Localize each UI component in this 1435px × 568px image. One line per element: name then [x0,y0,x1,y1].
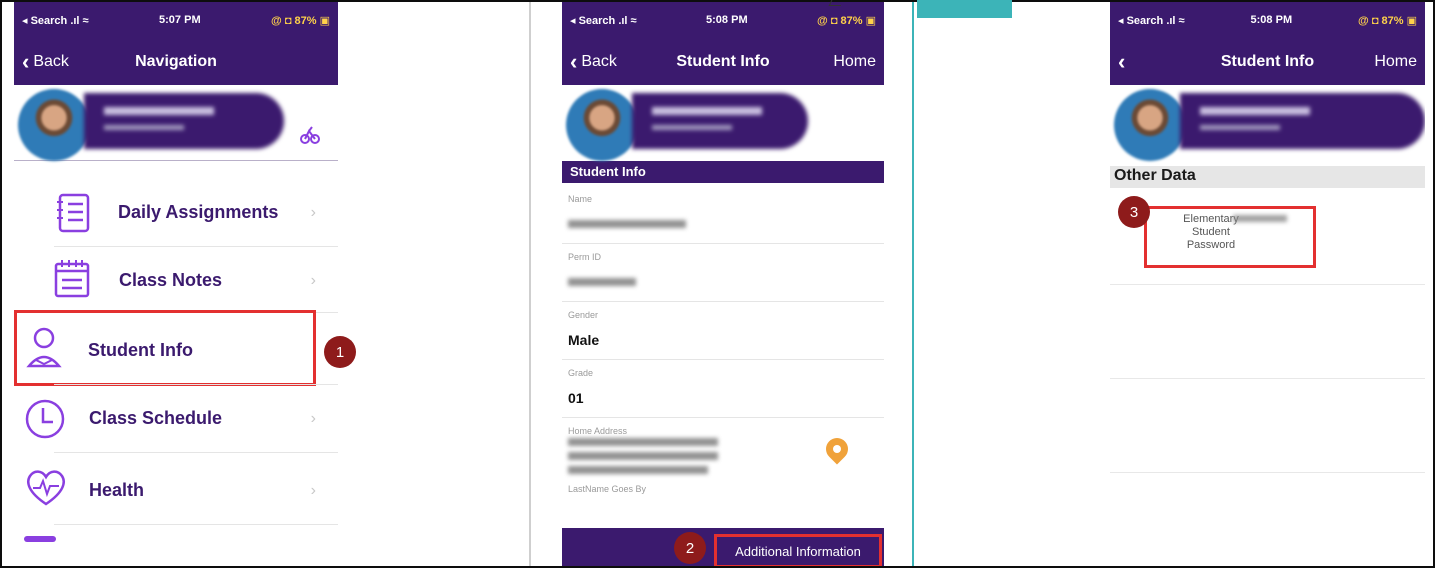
avatar [1114,89,1186,161]
status-carrier: ◂ Search .ıl ≈ [22,14,89,27]
back-label: Back [581,53,617,70]
panel-divider [529,0,531,568]
redacted-value [568,438,718,446]
navigation-screen: ◂ Search .ıl ≈ 5:07 PM @ ◘ 87% ▣ ‹ Back … [14,0,338,568]
status-battery: @ ◘ 87% ▣ [1358,14,1417,27]
status-carrier: ◂ Search .ıl ≈ [570,14,637,27]
field-grade: Grade 01 [562,360,884,418]
menu-item-health[interactable]: Health › [14,456,338,520]
redacted-value [1233,215,1287,222]
section-header: Other Data [1110,166,1425,188]
highlight-student-info [14,310,316,386]
field-name: Name [562,186,884,244]
student-name-redacted [632,93,808,149]
field-value: Male [568,332,600,348]
redacted-value [568,452,718,460]
field-label: Grade [568,368,594,378]
field-label: Perm ID [568,252,602,262]
data-line: Student [1192,226,1230,238]
menu-label: Health [89,480,145,500]
field-home-address: Home Address LastName Goes By [562,418,884,510]
avatar [566,89,638,161]
field-perm-id: Perm ID [562,244,884,302]
data-line: Password [1186,239,1236,251]
student-profile-card[interactable] [14,85,338,161]
chevron-left-icon: ‹ [1118,49,1126,74]
nav-bar: ‹ Student Info Home [1110,39,1425,85]
chevron-right-icon: › [310,482,316,499]
callout-2: 2 [674,532,706,564]
other-data-screen: ◂ Search .ıl ≈ 5:08 PM @ ◘ 87% ▣ ‹ Stude… [1110,0,1425,568]
student-profile-card[interactable] [562,85,884,161]
divider [54,384,338,385]
status-carrier: ◂ Search .ıl ≈ [1118,14,1185,27]
status-time: 5:07 PM [159,14,201,26]
teal-tab [917,0,1012,18]
notes-icon [52,258,92,298]
redacted-value [568,466,708,474]
clock-icon [24,398,65,439]
back-button[interactable]: ‹ Back [570,51,617,73]
student-name-redacted [84,93,284,149]
field-label: LastName Goes By [568,484,647,494]
assignment-list-icon [54,192,94,233]
chevron-right-icon: › [310,204,316,221]
map-pin-icon[interactable] [821,433,853,465]
home-button[interactable]: Home [833,53,876,71]
callout-1: 1 [324,336,356,368]
next-menu-icon-partial [24,536,56,542]
status-bar: ◂ Search .ıl ≈ 5:08 PM @ ◘ 87% ▣ [562,0,884,40]
back-label: Back [33,53,69,70]
field-label: Home Address [568,426,628,436]
additional-information-button[interactable]: Additional Information [714,534,882,568]
avatar [18,89,90,161]
top-border [0,0,1435,2]
divider [54,246,338,247]
student-name-redacted [1180,93,1425,149]
nav-bar: ‹ Back Student Info Home [562,39,884,85]
divider [1110,378,1425,379]
status-battery: @ ◘ 87% ▣ [817,14,876,27]
divider [1110,472,1425,473]
divider [1110,284,1425,285]
menu-label: Class Schedule [89,408,223,428]
heart-icon [24,466,65,506]
field-label: Name [568,194,593,204]
status-bar: ◂ Search .ıl ≈ 5:08 PM @ ◘ 87% ▣ [1110,0,1425,40]
divider [54,524,338,525]
redacted-value [568,278,636,286]
status-battery: @ ◘ 87% ▣ [271,14,330,27]
back-button[interactable]: ‹ Back [22,51,69,73]
field-value: 01 [568,390,584,406]
status-bar: ◂ Search .ıl ≈ 5:07 PM @ ◘ 87% ▣ [14,0,338,40]
panel-divider [912,0,914,568]
callout-3: 3 [1118,196,1150,228]
student-profile-card[interactable] [1110,85,1425,161]
status-time: 5:08 PM [1250,14,1293,26]
bike-icon[interactable] [300,123,320,150]
other-data-entry[interactable]: Elementary Student Password [1144,206,1316,268]
menu-item-daily-assignments[interactable]: Daily Assignments › [14,180,338,244]
home-button[interactable]: Home [1374,53,1417,71]
field-gender: Gender Male [562,302,884,360]
chevron-right-icon: › [310,272,316,289]
back-button[interactable]: ‹ [1118,51,1125,73]
menu-item-class-schedule[interactable]: Class Schedule › [14,386,338,450]
chevron-left-icon: ‹ [22,49,30,74]
redacted-value [568,220,686,228]
field-label: Gender [568,310,599,320]
divider [54,452,338,453]
chevron-right-icon: › [310,410,316,427]
student-info-screen: ◂ Search .ıl ≈ 5:08 PM @ ◘ 87% ▣ ‹ Back … [562,0,884,568]
section-header: Student Info [562,161,884,183]
status-time: 5:08 PM [706,14,748,26]
menu-label: Daily Assignments [118,202,279,222]
menu-item-class-notes[interactable]: Class Notes › [14,248,338,312]
chevron-left-icon: ‹ [570,49,578,74]
menu-label: Class Notes [119,270,223,290]
nav-bar: ‹ Back Navigation [14,39,338,85]
